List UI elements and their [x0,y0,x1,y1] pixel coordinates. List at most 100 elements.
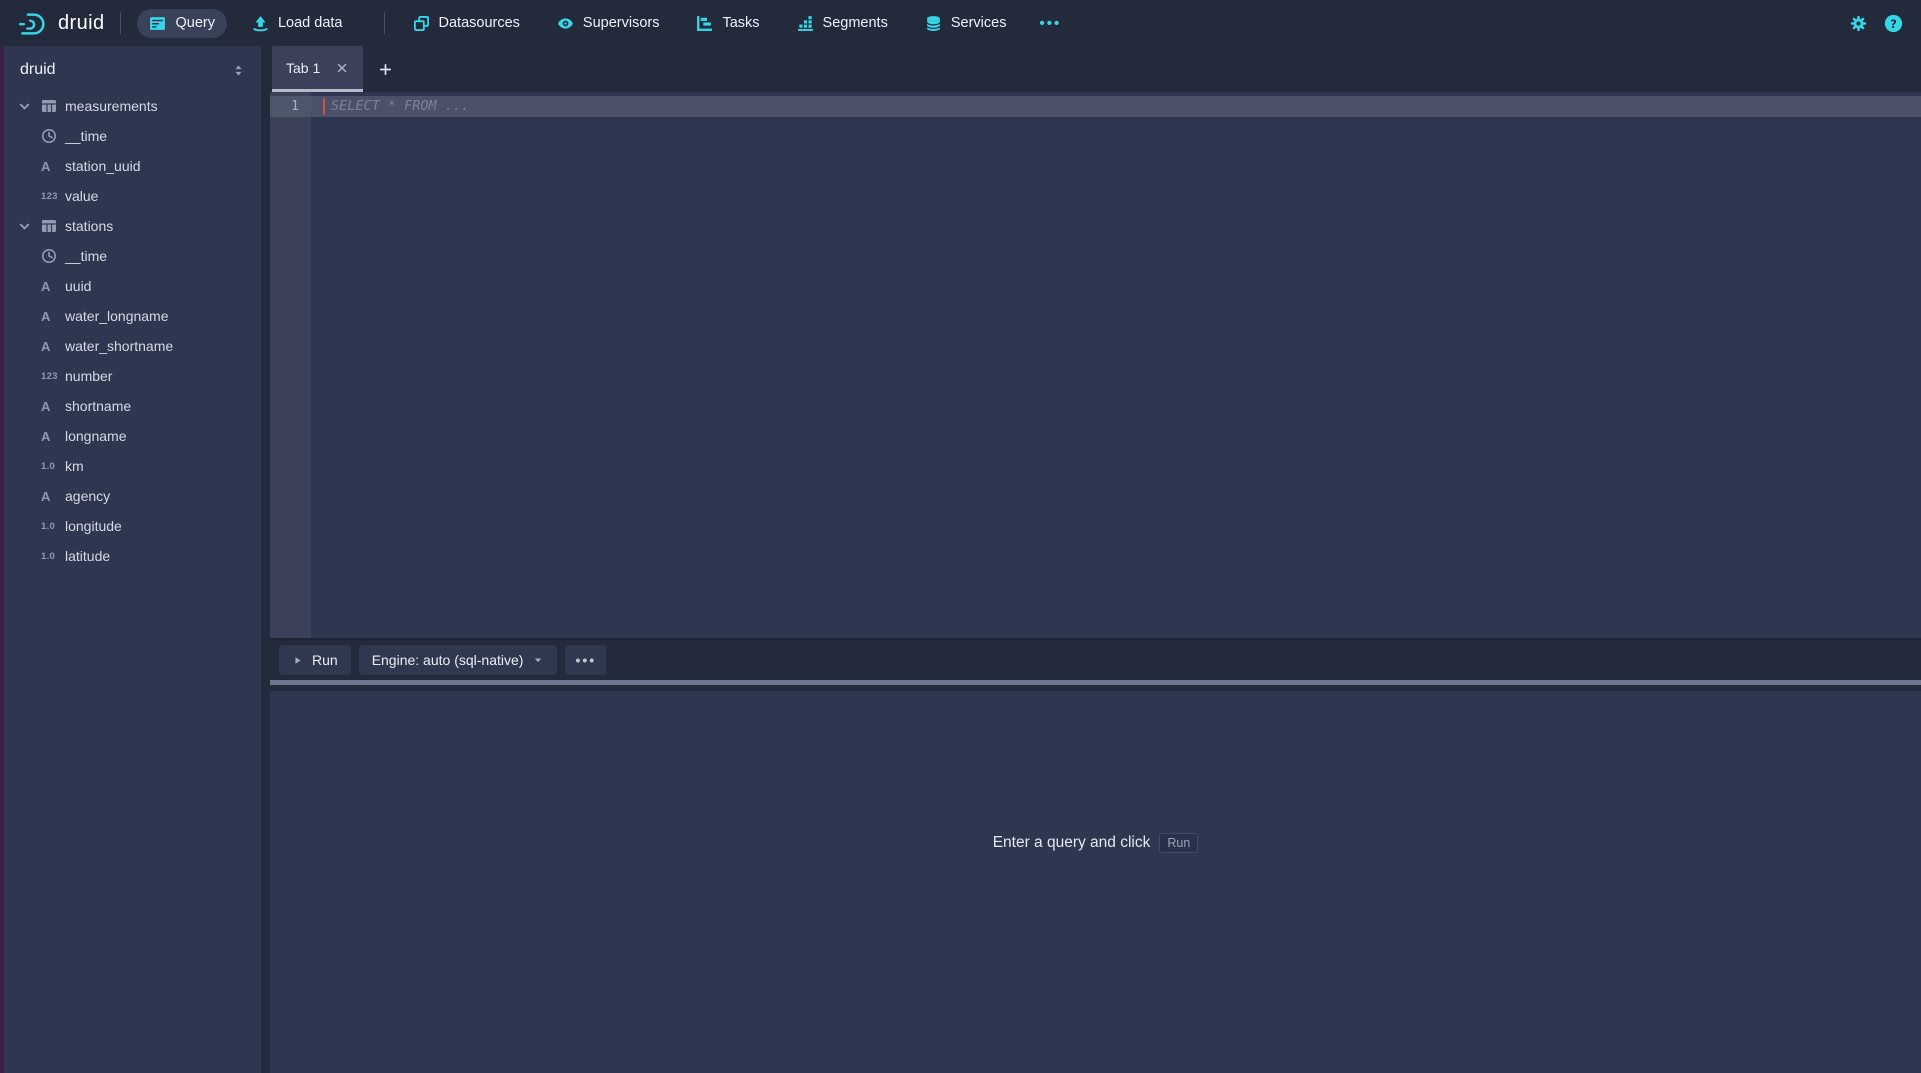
engine-select-button[interactable]: Engine: auto (sql-native) [359,645,558,675]
tree-label: latitude [65,548,110,564]
top-navbar: druid Query Load data Datasources Superv… [0,0,1921,46]
nav-item-tasks[interactable]: Tasks [684,9,771,38]
tree-table-stations[interactable]: stations [4,211,261,241]
druid-logo-icon [18,10,48,37]
tree-column-km[interactable]: 1.0 km [4,451,261,481]
svg-text:?: ? [1890,16,1897,30]
tree-column-time[interactable]: __time [4,121,261,151]
string-type-icon: A [41,159,65,174]
datasources-icon [413,15,430,32]
schema-name: druid [20,61,56,79]
nav-item-segments[interactable]: Segments [785,9,900,38]
nav-divider [384,12,385,34]
table-icon [41,218,65,234]
editor-gutter [270,92,311,638]
tab-1[interactable]: Tab 1 [272,46,363,92]
clock-icon [41,248,65,264]
console-icon [149,15,166,32]
tree-label: __time [65,128,107,144]
tree-label: water_longname [65,308,169,324]
chevron-down-icon [17,99,41,114]
float-type-icon: 1.0 [41,551,65,562]
tree-label: measurements [65,98,158,114]
number-type-icon: 123 [41,371,65,382]
tree-column-longname[interactable]: A longname [4,421,261,451]
nav-divider [120,12,121,34]
tree-label: longitude [65,518,122,534]
nav-item-supervisors[interactable]: Supervisors [545,9,672,38]
run-button[interactable]: Run [279,645,351,675]
nav-item-label: Segments [823,15,888,31]
schema-selector[interactable]: druid [4,46,261,91]
nav-item-label: Supervisors [583,15,660,31]
tree-column-number[interactable]: 123 number [4,361,261,391]
table-icon [41,98,65,114]
string-type-icon: A [41,309,65,324]
float-type-icon: 1.0 [41,461,65,472]
tree-label: stations [65,218,113,234]
druid-logo[interactable]: druid [18,10,104,37]
query-more-button[interactable]: ••• [565,645,606,675]
panel-splitter[interactable] [270,680,1921,685]
tree-column-water-shortname[interactable]: A water_shortname [4,331,261,361]
results-panel: Enter a query and click Run [270,691,1921,1073]
number-type-icon: 123 [41,191,65,202]
text-cursor [323,98,325,115]
gear-icon[interactable] [1850,15,1867,32]
query-workbench: Tab 1 1 SELECT * FROM ... Run Engine: au… [270,46,1921,1073]
tree-column-station-uuid[interactable]: A station_uuid [4,151,261,181]
tab-label: Tab 1 [286,60,320,76]
nav-right-icons: ? [1850,14,1903,33]
tree-column-water-longname[interactable]: A water_longname [4,301,261,331]
stacked-chart-icon [797,15,814,32]
float-type-icon: 1.0 [41,521,65,532]
tree-column-latitude[interactable]: 1.0 latitude [4,541,261,571]
tree-column-value[interactable]: 123 value [4,181,261,211]
tree-label: agency [65,488,110,504]
nav-item-load-data[interactable]: Load data [240,9,355,38]
tree-label: shortname [65,398,131,414]
empty-results-message: Enter a query and click Run [993,833,1199,853]
sidebar-main-divider [261,46,270,1073]
run-kbd-chip: Run [1159,833,1198,853]
engine-label: Engine: auto (sql-native) [372,652,524,668]
nav-item-label: Datasources [439,15,520,31]
string-type-icon: A [41,279,65,294]
caret-down-icon [532,654,544,666]
tree-label: water_shortname [65,338,173,354]
message-text: Enter a query and click [993,834,1151,852]
schema-sidebar: druid measurements __time A station_uuid… [4,46,261,1073]
schema-tree: measurements __time A station_uuid 123 v… [4,91,261,571]
double-caret-icon [231,63,246,78]
tree-label: km [65,458,84,474]
tree-column-longitude[interactable]: 1.0 longitude [4,511,261,541]
help-icon[interactable]: ? [1884,14,1903,33]
tree-column-agency[interactable]: A agency [4,481,261,511]
string-type-icon: A [41,339,65,354]
tree-column-shortname[interactable]: A shortname [4,391,261,421]
tree-label: value [65,188,98,204]
add-tab-button[interactable] [363,46,407,92]
nav-item-query[interactable]: Query [137,9,227,38]
query-editor[interactable]: 1 SELECT * FROM ... [270,92,1921,640]
tree-label: station_uuid [65,158,141,174]
close-icon[interactable] [335,61,349,75]
tree-label: number [65,368,112,384]
tree-column-time[interactable]: __time [4,241,261,271]
nav-item-label: Services [951,15,1007,31]
nav-item-services[interactable]: Services [913,9,1019,38]
run-button-label: Run [312,652,338,668]
nav-more-button[interactable]: ••• [1031,9,1069,38]
chevron-down-icon [17,219,41,234]
tree-label: uuid [65,278,91,294]
tree-column-uuid[interactable]: A uuid [4,271,261,301]
editor-active-line [270,96,1921,117]
line-number: 1 [270,96,311,117]
tree-table-measurements[interactable]: measurements [4,91,261,121]
run-bar: Run Engine: auto (sql-native) ••• [270,640,1921,680]
tree-label: __time [65,248,107,264]
upload-icon [252,15,269,32]
eye-icon [557,15,574,32]
tree-label: longname [65,428,127,444]
nav-item-datasources[interactable]: Datasources [401,9,532,38]
